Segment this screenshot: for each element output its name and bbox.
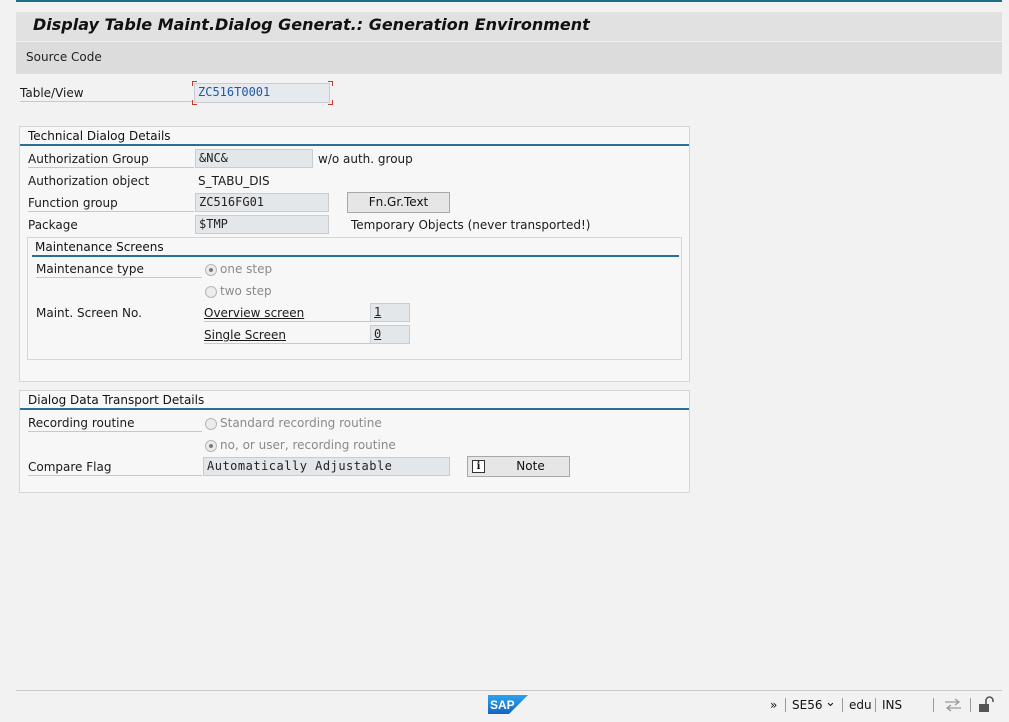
one-step-label: one step <box>220 262 273 276</box>
table-view-label: Table/View <box>20 86 192 102</box>
connection-arrows-icon <box>945 698 961 712</box>
source-code-button[interactable]: Source Code <box>26 50 102 64</box>
recording-routine-label: Recording routine <box>28 416 202 432</box>
more-arrows-icon[interactable]: » <box>770 698 777 712</box>
application-toolbar: Source Code <box>16 42 1002 74</box>
auth-object-value: S_TABU_DIS <box>198 174 270 188</box>
note-button-label: Note <box>516 459 545 473</box>
lock-open-icon[interactable] <box>978 696 994 713</box>
maintenance-group-title: Maintenance Screens <box>35 240 164 254</box>
package-field[interactable]: $TMP <box>195 215 329 234</box>
auth-object-label: Authorization object <box>28 174 150 188</box>
auth-group-label: Authorization Group <box>28 152 194 168</box>
transport-group-title: Dialog Data Transport Details <box>28 393 205 407</box>
status-bar-divider <box>16 690 1002 691</box>
maintenance-type-label: Maintenance type <box>36 262 202 278</box>
compare-flag-field[interactable]: Automatically Adjustable <box>203 457 450 476</box>
note-button[interactable]: i Note <box>467 456 570 477</box>
sap-logo: SAP <box>488 695 528 714</box>
focus-corner-tl <box>192 81 197 86</box>
transaction-code: SE56 <box>792 698 823 712</box>
function-group-label: Function group <box>28 196 194 212</box>
single-screen-field[interactable]: 0 <box>370 325 410 344</box>
fn-gr-text-button[interactable]: Fn.Gr.Text <box>347 192 450 213</box>
compare-flag-label: Compare Flag <box>28 460 202 476</box>
one-step-radio[interactable] <box>205 264 217 276</box>
auth-group-description: w/o auth. group <box>318 152 413 166</box>
status-separator <box>933 698 934 712</box>
maintenance-group-rule <box>32 255 679 257</box>
two-step-label: two step <box>220 284 272 298</box>
top-accent-line <box>16 0 1002 2</box>
table-view-field[interactable]: ZC516T0001 <box>194 83 330 103</box>
chevron-down-icon[interactable]: ⌄ <box>825 695 836 710</box>
status-separator <box>875 698 876 712</box>
system-name: edu <box>849 698 872 712</box>
status-separator <box>842 698 843 712</box>
status-separator <box>970 698 971 712</box>
two-step-radio[interactable] <box>205 286 217 298</box>
standard-recording-radio[interactable] <box>205 418 217 430</box>
svg-text:SAP: SAP <box>490 698 515 712</box>
no-user-recording-radio[interactable] <box>205 440 217 452</box>
window-title: Display Table Maint.Dialog Generat.: Gen… <box>33 15 590 34</box>
title-bar: Display Table Maint.Dialog Generat.: Gen… <box>16 12 1002 41</box>
auth-group-field[interactable]: &NC& <box>195 149 313 168</box>
technical-group-title: Technical Dialog Details <box>28 129 171 143</box>
insert-mode: INS <box>882 698 903 712</box>
focus-corner-bl <box>192 100 197 105</box>
focus-corner-tr <box>328 81 333 86</box>
group-title-rule <box>20 144 689 146</box>
package-description: Temporary Objects (never transported!) <box>351 218 591 232</box>
transport-group-rule <box>20 408 689 410</box>
overview-screen-field[interactable]: 1 <box>370 303 410 322</box>
status-separator <box>785 698 786 712</box>
single-screen-label[interactable]: Single Screen <box>204 328 370 344</box>
standard-recording-label: Standard recording routine <box>220 416 382 430</box>
overview-screen-label[interactable]: Overview screen <box>204 306 370 322</box>
function-group-field[interactable]: ZC516FG01 <box>195 193 329 212</box>
package-label: Package <box>28 218 78 232</box>
maint-screen-no-label: Maint. Screen No. <box>36 306 142 320</box>
focus-corner-br <box>328 100 333 105</box>
no-user-recording-label: no, or user, recording routine <box>220 438 396 452</box>
